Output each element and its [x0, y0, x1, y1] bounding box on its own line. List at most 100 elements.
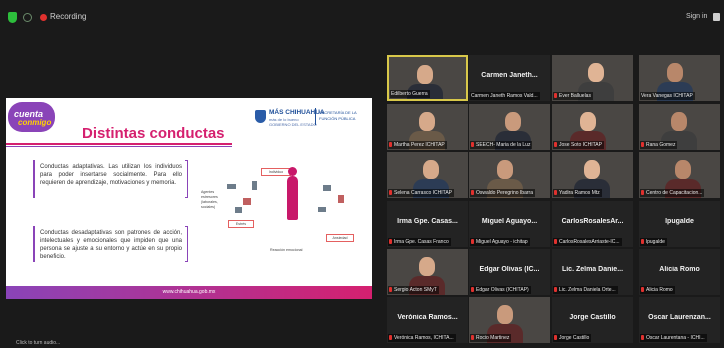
participant-tile[interactable]: Lic. Zelma Danie... Lic. Zelma Daniela Or…	[552, 249, 633, 295]
participant-name-label: Oswaldo Peregrino Ibarra	[470, 189, 535, 197]
participant-name-text: Vera Vanegas ICHITAP	[641, 93, 693, 99]
participant-name-text: Rocio Martinez	[476, 335, 510, 341]
participant-name-text: Centro de Capacitacion...	[646, 190, 703, 196]
participant-name-text: Irma Gpe. Casas Franco	[394, 239, 449, 245]
participant-name-label: Alicia Romo	[640, 286, 675, 294]
participant-display-name: Alicia Romo	[659, 266, 700, 273]
participant-display-name: Irma Gpe. Casas...	[397, 218, 458, 225]
muted-microphone-icon	[471, 335, 474, 340]
participant-name-label: Centro de Capacitacion...	[640, 189, 705, 197]
stressed-person-icon	[287, 176, 298, 220]
diagram-agentes-label: Agentes estresores (laborales, sociales)	[201, 190, 218, 209]
participant-tile[interactable]: Irma Gpe. Casas... Irma Gpe. Casas Franco	[387, 201, 468, 247]
participant-tile[interactable]: Rocio Martinez	[469, 297, 550, 343]
participant-name-text: CarlosRosalesArriaste-IC...	[559, 239, 620, 245]
muted-microphone-icon	[471, 190, 474, 195]
muted-microphone-icon	[471, 142, 474, 147]
briefcase-icon	[243, 198, 251, 205]
participant-video-face	[419, 112, 435, 131]
shared-screen-slide: cuenta conmigo Distintas conductas MÁS C…	[6, 98, 372, 299]
participant-name-label: Jose Soto ICHITAP	[553, 141, 604, 149]
adaptive-behavior-text: Conductas adaptativas. Las utilizan los …	[33, 160, 187, 198]
participant-name-label: Selena Carrasco ICHITAP	[388, 189, 454, 197]
participant-tile[interactable]: Jorge Castillo Jorge Castillo	[552, 297, 633, 343]
participant-tile[interactable]: Oswaldo Peregrino Ibarra	[469, 152, 550, 198]
participant-tile[interactable]: Rana Gomez	[639, 104, 720, 150]
view-layout-icon[interactable]	[713, 13, 720, 21]
muted-microphone-icon	[554, 239, 557, 244]
participant-tile[interactable]: Alicia Romo Alicia Romo	[639, 249, 720, 295]
participant-name-label: lpugalde	[640, 238, 667, 246]
participant-tile[interactable]: Jose Soto ICHITAP	[552, 104, 633, 150]
participant-display-name: Carmen Janeth...	[481, 72, 538, 79]
gov-logo-divider	[315, 108, 316, 125]
muted-microphone-icon	[389, 190, 392, 195]
participant-video-face	[584, 160, 600, 179]
participant-name-text: Sergio Acton SMyT	[394, 287, 437, 293]
participant-display-name: Edgar Olivas (IC...	[479, 266, 540, 273]
participant-name-label: Verónica Ramos, ICHITA...	[388, 334, 456, 342]
muted-microphone-icon	[641, 239, 644, 244]
participant-name-label: Sergio Acton SMyT	[388, 286, 439, 294]
muted-microphone-icon	[554, 190, 557, 195]
sign-in-link[interactable]: Sign in	[686, 13, 707, 20]
gov-logo-subtag: GOBIERNO DEL ESTADO	[269, 122, 317, 127]
participant-name-text: Jose Soto ICHITAP	[559, 142, 602, 148]
text-bracket	[185, 226, 188, 262]
participant-display-name: Lic. Zelma Danie...	[561, 266, 624, 273]
participant-tile[interactable]: Miguel Aguayo... Miguel Aguayo - ichitap	[469, 201, 550, 247]
participant-name-text: lpugalde	[646, 239, 665, 245]
participant-tile[interactable]: Sergio Acton SMyT	[387, 249, 468, 295]
participant-name-text: Oscar Laurentana - ICHI...	[646, 335, 705, 341]
participant-name-label: SEECH- Maria de la Luz	[470, 141, 533, 149]
participant-name-text: Ever Balluelas	[559, 93, 591, 99]
participant-name-text: Edilberto Guerra	[391, 91, 428, 97]
participant-tile[interactable]: Martha Perez ICHITAP	[387, 104, 468, 150]
participant-name-label: Rana Gomez	[640, 141, 678, 149]
participant-tile[interactable]: Edilberto Guerra	[387, 55, 468, 101]
title-underline-secondary	[6, 146, 232, 147]
participant-name-label: Vera Vanegas ICHITAP	[640, 92, 695, 100]
participant-video-face	[588, 63, 604, 82]
participant-tile[interactable]: Verónica Ramos... Verónica Ramos, ICHITA.…	[387, 297, 468, 343]
meeting-info-icon[interactable]	[23, 13, 32, 22]
clock-icon	[227, 184, 236, 189]
muted-microphone-icon	[471, 239, 474, 244]
phone-icon	[252, 181, 257, 190]
gov-dept-line2: FUNCIÓN PÚBLICA	[319, 116, 356, 121]
participant-video-face	[667, 63, 683, 82]
gov-logo-name: MÁS CHIHUAHUA	[269, 109, 325, 116]
participant-name-text: Lic. Zelma Daniela Orte...	[559, 287, 616, 293]
participant-name-text: SEECH- Maria de la Luz	[476, 142, 531, 148]
participant-tile[interactable]: SEECH- Maria de la Luz	[469, 104, 550, 150]
security-shield-icon[interactable]	[8, 12, 17, 23]
participant-tile[interactable]: Vera Vanegas ICHITAP	[639, 55, 720, 101]
participant-name-label: Jorge Castillo	[553, 334, 592, 342]
slide-footer-url: www.chihuahua.gob.mx	[162, 289, 216, 295]
participant-tile[interactable]: Centro de Capacitacion...	[639, 152, 720, 198]
chair-icon	[323, 185, 331, 191]
participant-name-label: Yadira Ramos Mtz	[553, 189, 602, 197]
participant-name-label: CarlosRosalesArriaste-IC...	[553, 238, 622, 246]
participant-name-text: Carmen Janeth Ramos Vald...	[471, 93, 538, 99]
participant-name-label: Irma Gpe. Casas Franco	[388, 238, 451, 246]
meeting-top-bar: Recording Sign in	[0, 0, 724, 40]
recording-label[interactable]: Recording	[50, 12, 86, 21]
participant-tile[interactable]: Oscar Laurenzan... Oscar Laurentana - ICH…	[639, 297, 720, 343]
participant-name-text: Alicia Romo	[646, 287, 673, 293]
participant-tile[interactable]: lpugalde lpugalde	[639, 201, 720, 247]
muted-microphone-icon	[554, 287, 557, 292]
participant-display-name: Verónica Ramos...	[397, 314, 458, 321]
participant-name-text: Martha Perez ICHITAP	[394, 142, 445, 148]
participant-name-text: Verónica Ramos, ICHITA...	[394, 335, 454, 341]
participant-name-label: Rocio Martinez	[470, 334, 512, 342]
participant-display-name: lpugalde	[665, 218, 694, 225]
recording-dot-icon	[40, 14, 47, 21]
participant-name-text: Edgar Olivas (ICHITAP)	[476, 287, 529, 293]
participant-tile[interactable]: CarlosRosalesAr... CarlosRosalesArriaste-…	[552, 201, 633, 247]
participant-tile[interactable]: Selena Carrasco ICHITAP	[387, 152, 468, 198]
participant-tile[interactable]: Ever Balluelas	[552, 55, 633, 101]
participant-tile[interactable]: Yadira Ramos Mtz	[552, 152, 633, 198]
participant-tile[interactable]: Carmen Janeth... Carmen Janeth Ramos Vald…	[469, 55, 550, 101]
participant-tile[interactable]: Edgar Olivas (IC... Edgar Olivas (ICHITAP…	[469, 249, 550, 295]
